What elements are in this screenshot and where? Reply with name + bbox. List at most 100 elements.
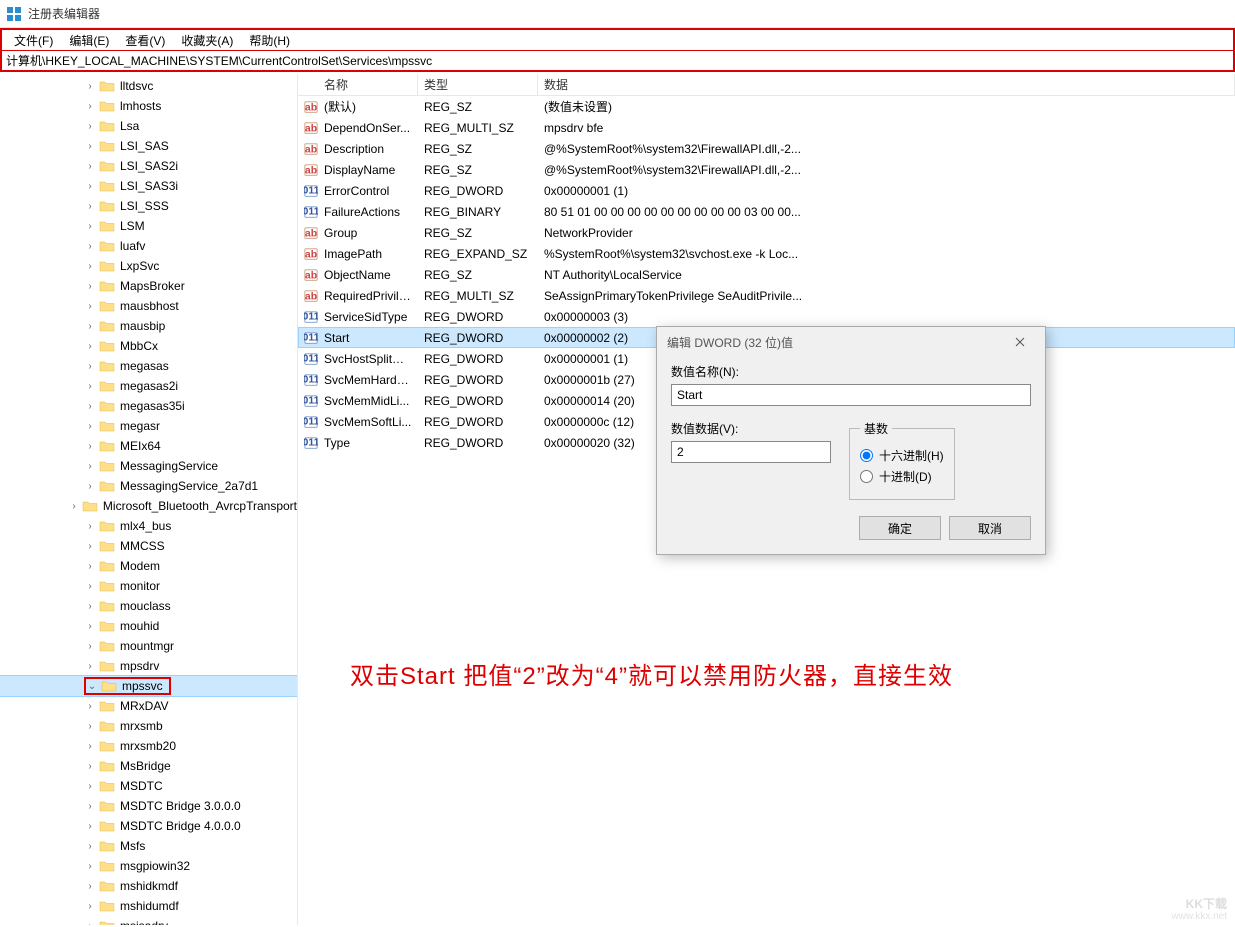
chevron-right-icon[interactable]: › bbox=[84, 441, 96, 452]
tree-item-msisadrv[interactable]: ›msisadrv bbox=[0, 916, 297, 925]
chevron-right-icon[interactable]: › bbox=[84, 621, 96, 632]
tree-item-lltdsvc[interactable]: ›lltdsvc bbox=[0, 76, 297, 96]
tree-item-megasas2i[interactable]: ›megasas2i bbox=[0, 376, 297, 396]
value-row[interactable]: abDependOnSer...REG_MULTI_SZmpsdrv bfe bbox=[298, 117, 1235, 138]
tree-item-msfs[interactable]: ›Msfs bbox=[0, 836, 297, 856]
chevron-right-icon[interactable]: › bbox=[84, 881, 96, 892]
chevron-right-icon[interactable]: › bbox=[84, 341, 96, 352]
tree-item-mlx4_bus[interactable]: ›mlx4_bus bbox=[0, 516, 297, 536]
chevron-right-icon[interactable]: › bbox=[84, 121, 96, 132]
chevron-right-icon[interactable]: › bbox=[84, 561, 96, 572]
chevron-right-icon[interactable]: › bbox=[84, 401, 96, 412]
tree-item-msdtc[interactable]: ›MSDTC bbox=[0, 776, 297, 796]
tree-item-lsi_sas2i[interactable]: ›LSI_SAS2i bbox=[0, 156, 297, 176]
chevron-right-icon[interactable]: › bbox=[84, 581, 96, 592]
tree-item-lsm[interactable]: ›LSM bbox=[0, 216, 297, 236]
chevron-right-icon[interactable]: › bbox=[84, 281, 96, 292]
menu-edit[interactable]: 编辑(E) bbox=[61, 30, 117, 51]
chevron-right-icon[interactable]: › bbox=[84, 181, 96, 192]
chevron-right-icon[interactable]: › bbox=[84, 521, 96, 532]
chevron-right-icon[interactable]: › bbox=[84, 781, 96, 792]
chevron-right-icon[interactable]: › bbox=[84, 301, 96, 312]
path-input[interactable] bbox=[6, 54, 1229, 68]
tree-item-lsi_sas3i[interactable]: ›LSI_SAS3i bbox=[0, 176, 297, 196]
radio-dec[interactable] bbox=[860, 470, 873, 483]
tree-item-monitor[interactable]: ›monitor bbox=[0, 576, 297, 596]
chevron-right-icon[interactable]: › bbox=[84, 641, 96, 652]
tree-item-luafv[interactable]: ›luafv bbox=[0, 236, 297, 256]
tree-item-mountmgr[interactable]: ›mountmgr bbox=[0, 636, 297, 656]
chevron-right-icon[interactable]: › bbox=[84, 761, 96, 772]
value-name-input[interactable] bbox=[671, 384, 1031, 406]
tree-item-mbbcx[interactable]: ›MbbCx bbox=[0, 336, 297, 356]
tree-item-mouclass[interactable]: ›mouclass bbox=[0, 596, 297, 616]
menu-file[interactable]: 文件(F) bbox=[6, 30, 61, 51]
tree-item-lxpsvc[interactable]: ›LxpSvc bbox=[0, 256, 297, 276]
tree-item-lsa[interactable]: ›Lsa bbox=[0, 116, 297, 136]
value-row[interactable]: abImagePathREG_EXPAND_SZ%SystemRoot%\sys… bbox=[298, 243, 1235, 264]
tree-item-mpsdrv[interactable]: ›mpsdrv bbox=[0, 656, 297, 676]
tree-item-microsoft_bluetooth_avrcptransport[interactable]: ›Microsoft_Bluetooth_AvrcpTransport bbox=[0, 496, 297, 516]
chevron-right-icon[interactable]: › bbox=[84, 141, 96, 152]
dialog-close-button[interactable] bbox=[1005, 330, 1035, 354]
value-row[interactable]: abObjectNameREG_SZNT Authority\LocalServ… bbox=[298, 264, 1235, 285]
tree-item-mausbip[interactable]: ›mausbip bbox=[0, 316, 297, 336]
col-header-type[interactable]: 类型 bbox=[418, 74, 538, 95]
value-row[interactable]: abDescriptionREG_SZ@%SystemRoot%\system3… bbox=[298, 138, 1235, 159]
tree-item-megasr[interactable]: ›megasr bbox=[0, 416, 297, 436]
tree-item-messagingservice_2a7d1[interactable]: ›MessagingService_2a7d1 bbox=[0, 476, 297, 496]
tree-item-mshidkmdf[interactable]: ›mshidkmdf bbox=[0, 876, 297, 896]
chevron-right-icon[interactable]: › bbox=[84, 481, 96, 492]
tree-item-mrxdav[interactable]: ›MRxDAV bbox=[0, 696, 297, 716]
tree-item-megasas35i[interactable]: ›megasas35i bbox=[0, 396, 297, 416]
chevron-right-icon[interactable]: › bbox=[84, 381, 96, 392]
chevron-right-icon[interactable]: › bbox=[84, 821, 96, 832]
tree-item-mmcss[interactable]: ›MMCSS bbox=[0, 536, 297, 556]
value-row[interactable]: abGroupREG_SZNetworkProvider bbox=[298, 222, 1235, 243]
tree-item-messagingservice[interactable]: ›MessagingService bbox=[0, 456, 297, 476]
col-header-name[interactable]: 名称 bbox=[298, 74, 418, 95]
menu-favorites[interactable]: 收藏夹(A) bbox=[173, 30, 241, 51]
dialog-titlebar[interactable]: 编辑 DWORD (32 位)值 bbox=[657, 327, 1045, 357]
tree-item-msgpiowin32[interactable]: ›msgpiowin32 bbox=[0, 856, 297, 876]
col-header-data[interactable]: 数据 bbox=[538, 74, 1235, 95]
tree-item-mapsbroker[interactable]: ›MapsBroker bbox=[0, 276, 297, 296]
tree-item-msdtc bridge 4.0.0.0[interactable]: ›MSDTC Bridge 4.0.0.0 bbox=[0, 816, 297, 836]
chevron-right-icon[interactable]: › bbox=[84, 461, 96, 472]
chevron-right-icon[interactable]: › bbox=[84, 221, 96, 232]
tree-item-mrxsmb[interactable]: ›mrxsmb bbox=[0, 716, 297, 736]
tree-item-msdtc bridge 3.0.0.0[interactable]: ›MSDTC Bridge 3.0.0.0 bbox=[0, 796, 297, 816]
value-row[interactable]: abRequiredPrivile...REG_MULTI_SZSeAssign… bbox=[298, 285, 1235, 306]
chevron-right-icon[interactable]: › bbox=[84, 261, 96, 272]
tree-item-mausbhost[interactable]: ›mausbhost bbox=[0, 296, 297, 316]
value-row[interactable]: 011FailureActionsREG_BINARY80 51 01 00 0… bbox=[298, 201, 1235, 222]
chevron-right-icon[interactable]: › bbox=[84, 421, 96, 432]
chevron-right-icon[interactable]: › bbox=[69, 501, 79, 512]
tree-item-mpssvc[interactable]: ⌄mpssvc bbox=[0, 676, 297, 696]
tree-item-msbridge[interactable]: ›MsBridge bbox=[0, 756, 297, 776]
chevron-right-icon[interactable]: › bbox=[84, 321, 96, 332]
value-row[interactable]: 011ErrorControlREG_DWORD0x00000001 (1) bbox=[298, 180, 1235, 201]
radio-hex[interactable] bbox=[860, 449, 873, 462]
chevron-right-icon[interactable]: › bbox=[84, 541, 96, 552]
chevron-right-icon[interactable]: › bbox=[84, 861, 96, 872]
tree-item-megasas[interactable]: ›megasas bbox=[0, 356, 297, 376]
chevron-right-icon[interactable]: › bbox=[84, 81, 96, 92]
chevron-right-icon[interactable]: ⌄ bbox=[86, 681, 98, 692]
value-data-input[interactable] bbox=[671, 441, 831, 463]
chevron-right-icon[interactable]: › bbox=[84, 601, 96, 612]
chevron-right-icon[interactable]: › bbox=[84, 921, 96, 926]
chevron-right-icon[interactable]: › bbox=[84, 661, 96, 672]
chevron-right-icon[interactable]: › bbox=[84, 241, 96, 252]
tree-item-mouhid[interactable]: ›mouhid bbox=[0, 616, 297, 636]
tree-item-lmhosts[interactable]: ›lmhosts bbox=[0, 96, 297, 116]
chevron-right-icon[interactable]: › bbox=[84, 741, 96, 752]
chevron-right-icon[interactable]: › bbox=[84, 201, 96, 212]
chevron-right-icon[interactable]: › bbox=[84, 701, 96, 712]
chevron-right-icon[interactable]: › bbox=[84, 841, 96, 852]
chevron-right-icon[interactable]: › bbox=[84, 101, 96, 112]
cancel-button[interactable]: 取消 bbox=[949, 516, 1031, 540]
chevron-right-icon[interactable]: › bbox=[84, 721, 96, 732]
chevron-right-icon[interactable]: › bbox=[84, 361, 96, 372]
tree-item-mshidumdf[interactable]: ›mshidumdf bbox=[0, 896, 297, 916]
